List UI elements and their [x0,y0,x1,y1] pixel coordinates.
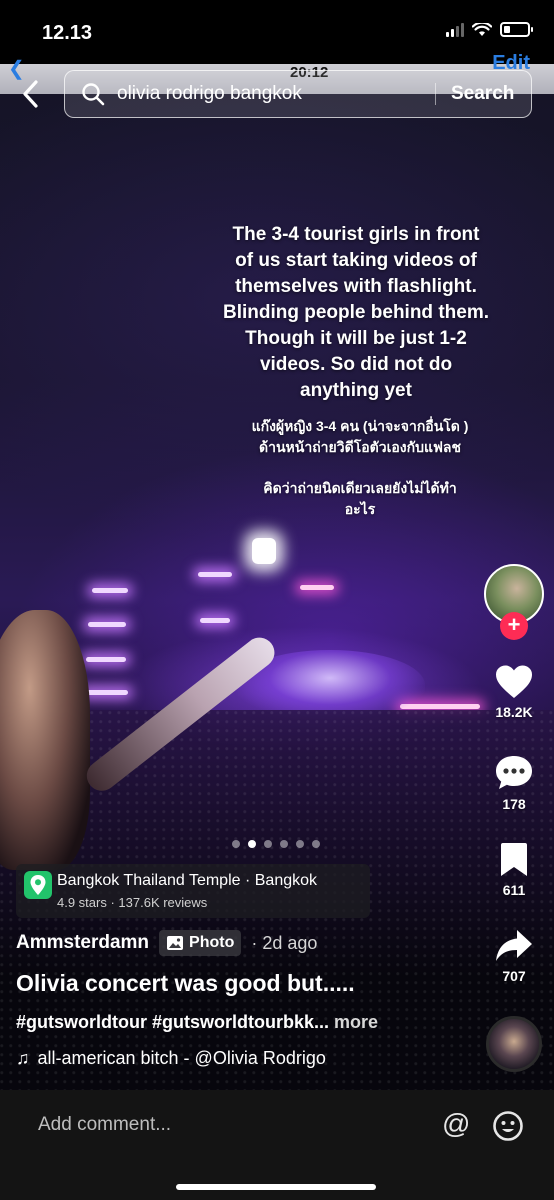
phone-flashlight [252,538,276,564]
location-pin-icon [24,871,52,899]
photo-badge: Photo [159,930,242,956]
battery-level [504,26,510,33]
comment-bubble-icon [496,756,532,789]
stage-light [200,618,230,623]
carousel-indicator [232,840,320,848]
status-bar: 12.13 [0,0,554,64]
carousel-dot [312,840,320,848]
photo-badge-label: Photo [189,934,235,951]
author-name[interactable]: Ammsterdamn [16,932,149,954]
caption-thai-line-1: แก๊งผู้หญิง 3-4 คน (น่าจะจากอื่นโด ) ด้า… [251,418,469,455]
bookmark-icon [501,843,527,876]
post-photo[interactable] [0,0,554,1090]
stage-light [84,690,128,695]
carousel-dot [232,840,240,848]
mention-icon[interactable]: @ [442,1108,470,1140]
share-arrow-icon [496,930,532,961]
stage-light [300,585,334,590]
carousel-dot [296,840,304,848]
post-hashtags[interactable]: #gutsworldtour #gutsworldtourbkk... more [16,1012,378,1033]
search-icon [82,83,105,106]
location-rating: 4.9 stars · 137.6K reviews [57,895,208,910]
emoji-icon[interactable] [492,1110,524,1142]
carousel-dot [280,840,288,848]
search-query[interactable]: olivia rodrigo bangkok [117,83,302,105]
location-card[interactable]: Bangkok Thailand Temple · Bangkok 4.9 st… [16,864,370,918]
post-title: Olivia concert was good but..... [16,970,355,996]
author-row: Ammsterdamn Photo · 2d ago [16,930,317,956]
comment-count: 178 [502,796,526,812]
status-icons [446,22,533,37]
sound-row[interactable]: ♫ all-american bitch - @Olivia Rodrigo [16,1048,326,1069]
sound-title[interactable]: all-american bitch - @Olivia Rodrigo [38,1048,326,1069]
photo-caption-english: The 3-4 tourist girls in front of us sta… [223,224,489,401]
wifi-icon [472,22,492,36]
stage-light [88,622,126,627]
add-comment-input[interactable]: Add comment... [38,1114,171,1136]
comment-button[interactable]: 178 [484,754,544,812]
stage-light [198,572,232,577]
location-name: Bangkok Thailand Temple · Bangkok [57,872,318,889]
cellular-signal-icon [446,22,464,37]
like-button[interactable]: 18.2K [484,664,544,720]
search-button[interactable]: Search [451,83,514,105]
follow-button[interactable]: + [500,612,528,640]
carousel-dot [248,840,256,848]
search-bar[interactable]: olivia rodrigo bangkok Search [64,70,532,118]
carousel-dot [264,840,272,848]
sound-disc-avatar[interactable] [486,1016,542,1072]
stage-light [86,657,126,662]
share-button[interactable]: 707 [484,928,544,984]
hashtags-text[interactable]: #gutsworldtour #gutsworldtourbkk... [16,1012,329,1032]
share-count: 707 [502,968,526,984]
search-divider [435,83,436,105]
home-indicator [176,1184,376,1190]
caption-thai-line-2: คิดว่าถ่ายนิดเดียวเลยยังไม่ได้ทำอะไร [263,480,457,517]
bookmark-button[interactable]: 611 [484,842,544,898]
battery-icon [500,22,533,37]
like-count: 18.2K [495,704,533,720]
image-icon [167,936,184,950]
foreground-person [0,610,90,870]
status-time: 12.13 [42,22,93,44]
more-link[interactable]: more [329,1012,378,1032]
stage-light [92,588,128,593]
heart-icon [496,665,532,698]
photo-caption-thai: แก๊งผู้หญิง 3-4 คน (น่าจะจากอื่นโด ) ด้า… [250,416,470,520]
back-button[interactable] [16,76,46,112]
post-time: · 2d ago [251,932,318,953]
bookmark-count: 611 [502,882,526,898]
music-note-icon: ♫ [16,1048,30,1068]
